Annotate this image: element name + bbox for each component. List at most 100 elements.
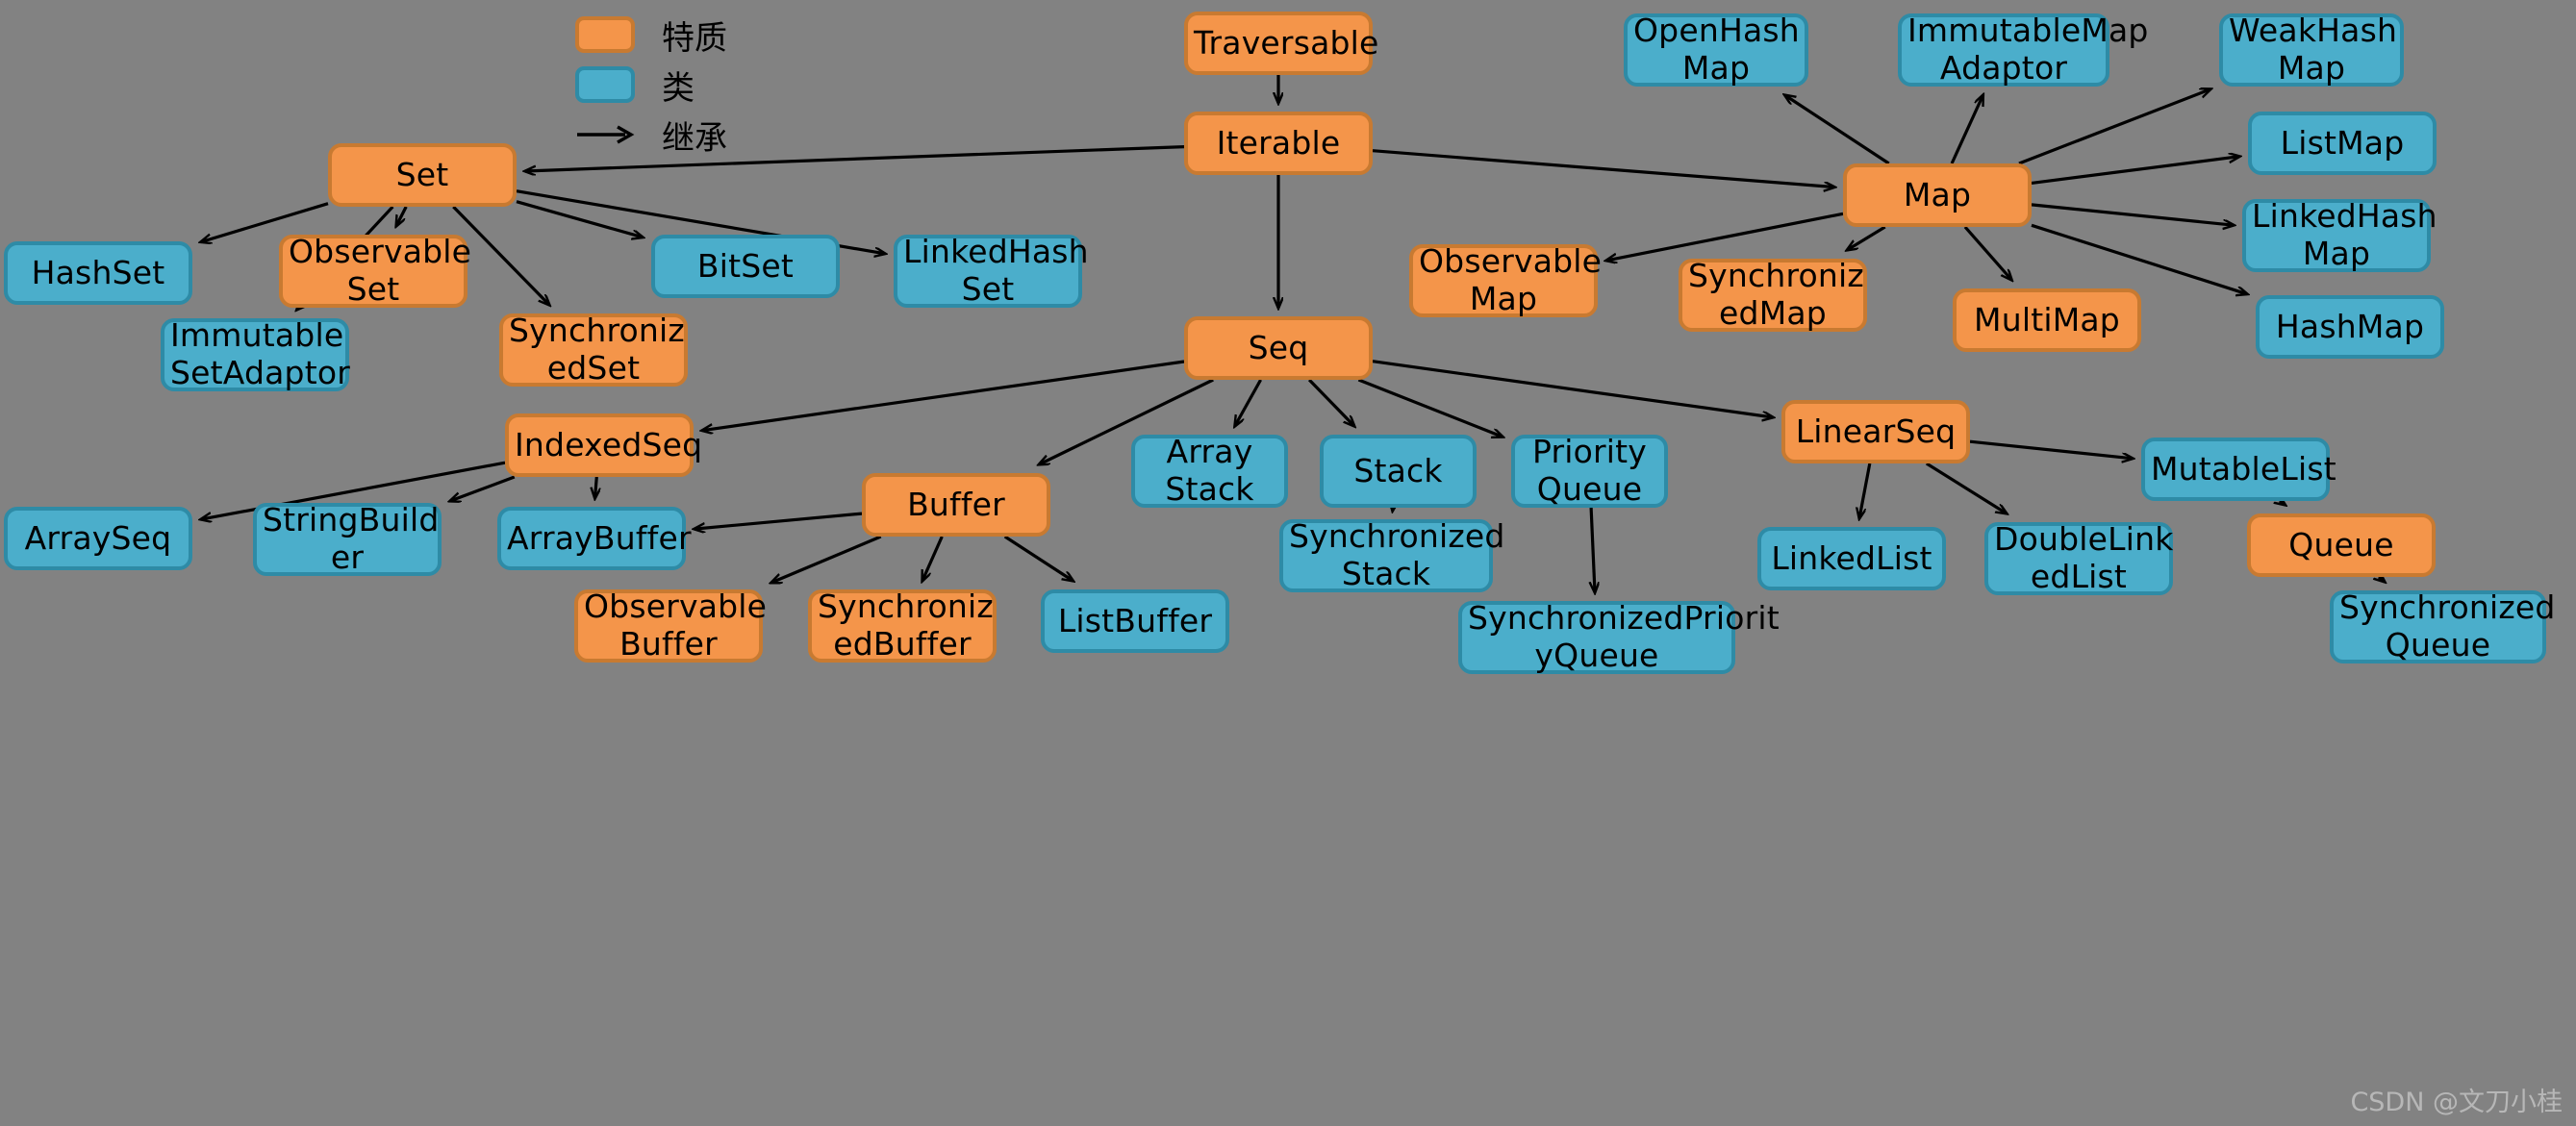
legend-label-class: 类 [662,68,695,108]
legend-label-inheritance: 继承 [662,118,727,158]
node-openhashmap[interactable]: OpenHash Map [1624,12,1808,87]
edge-map-to-weakhashmap [2018,89,2210,165]
node-weakhashmap[interactable]: WeakHash Map [2219,12,2404,87]
edge-map-to-linkedhashmap [2031,203,2234,225]
node-immutablesetadaptor[interactable]: Immutable SetAdaptor [161,316,350,391]
edge-seq-to-arraystack [1235,379,1262,426]
node-observablebuffer[interactable]: Observable Buffer [574,588,767,663]
edge-indexedseq-to-stringbuilder [450,475,516,501]
edge-mutablelist-to-queue [2280,501,2286,505]
node-label: LinkedList [1771,538,1932,577]
trait-swatch-icon [575,16,635,53]
node-label: ImmutableMap Adaptor [1907,12,2149,87]
edge-indexedseq-to-arraybuffer [595,476,597,498]
node-indexedseq[interactable]: IndexedSeq [505,413,703,477]
node-label: BitSet [696,246,795,285]
edge-queue-to-synchronizedqueue [2379,577,2385,582]
legend-item-trait: 特质 [575,13,727,58]
node-label: HashSet [31,253,165,291]
node-iterable[interactable]: Iterable [1184,112,1373,175]
node-label: ListBuffer [1057,601,1213,639]
node-label: LinkedHash Set [903,233,1089,308]
node-synchronizedset[interactable]: Synchroniz edSet [499,312,688,387]
node-label: Observable Set [289,233,472,308]
legend: 特质 类 继承 [575,13,893,167]
edge-map-to-openhashmap [1785,95,1890,165]
edge-iterable-to-map [1372,149,1834,188]
node-label: Map [1903,175,1972,213]
node-synchronizedpriorityqueue[interactable]: SynchronizedPriorit yQueue [1458,599,1780,674]
node-listmap[interactable]: ListMap [2248,112,2437,175]
node-mutablelist[interactable]: MutableList [2141,438,2336,501]
node-label: LinearSeq [1795,412,1957,450]
node-linkedhashset[interactable]: LinkedHash Set [894,233,1089,308]
node-stringbuilder[interactable]: StringBuild er [253,501,442,576]
edge-map-to-immutablemapadaptor [1950,95,1983,164]
node-linkedlist[interactable]: LinkedList [1757,527,1946,590]
class-hierarchy-diagram: Traversable Iterable Seq Set Map OpenHash Map I… [0,0,2576,1126]
edge-set-to-bitset [516,200,643,238]
node-bitset[interactable]: BitSet [651,235,840,298]
edge-linearseq-to-doublelinkedlist [1925,462,2007,513]
node-traversable[interactable]: Traversable [1184,12,1378,75]
edge-seq-to-priorityqueue [1357,378,1503,437]
node-listbuffer[interactable]: ListBuffer [1041,589,1229,653]
node-seq[interactable]: Seq [1184,316,1373,380]
node-observableset[interactable]: Observable Set [279,233,472,308]
class-swatch-icon [575,66,635,103]
node-label: DoubleLink edList [1994,520,2174,595]
node-label: Array Stack [1165,433,1254,508]
node-arraystack[interactable]: Array Stack [1131,433,1288,508]
legend-label-trait: 特质 [662,18,727,58]
node-label: Queue [2288,525,2394,563]
edge-seq-to-indexedseq [702,360,1185,431]
node-set[interactable]: Set [328,143,517,207]
node-hashmap[interactable]: HashMap [2256,295,2444,359]
node-label: LinkedHash Map [2252,197,2437,272]
node-label: ListMap [2280,123,2405,162]
edge-map-to-observablemap [1606,212,1844,261]
node-arraybuffer[interactable]: ArrayBuffer [497,507,692,570]
node-linearseq[interactable]: LinearSeq [1781,400,1970,463]
edge-map-to-listmap [2031,157,2239,185]
node-label: Immutable SetAdaptor [170,316,350,391]
edge-map-to-multimap [1963,225,2011,280]
edge-buffer-to-arraybuffer [695,512,863,529]
node-label: Synchronized Queue [2339,588,2556,663]
edge-priorityqueue-to-synchronizedpriorityqueue [1591,507,1595,592]
node-label: MultiMap [1974,300,2120,338]
node-priorityqueue[interactable]: Priority Queue [1511,433,1668,508]
edge-buffer-to-observablebuffer [771,535,882,583]
node-label: ArrayBuffer [507,518,692,557]
node-label: Synchronized Stack [1289,517,1505,592]
node-queue[interactable]: Queue [2247,513,2436,577]
node-label: Iterable [1216,123,1341,162]
node-label: Priority Queue [1531,433,1648,508]
node-observablemap[interactable]: Observable Map [1409,242,1602,317]
node-label: Buffer [907,485,1005,523]
node-buffer[interactable]: Buffer [862,473,1050,537]
node-multimap[interactable]: MultiMap [1953,288,2141,352]
node-stack[interactable]: Stack [1320,435,1477,508]
edge-linearseq-to-linkedlist [1859,463,1872,518]
node-synchronizedbuffer[interactable]: Synchroniz edBuffer [808,588,997,663]
edge-buffer-to-listbuffer [1003,535,1073,581]
node-label: HashMap [2275,307,2425,345]
edge-seq-to-linearseq [1372,360,1773,417]
node-doublelinkedlist[interactable]: DoubleLink edList [1984,520,2174,595]
node-synchronizedqueue[interactable]: Synchronized Queue [2330,588,2556,663]
node-label: Stack [1353,451,1443,489]
node-synchronizedmap[interactable]: Synchroniz edMap [1679,257,1867,332]
node-immutablemapadaptor[interactable]: ImmutableMap Adaptor [1898,12,2149,87]
node-arrayseq[interactable]: ArraySeq [4,507,192,570]
node-map[interactable]: Map [1843,163,2032,227]
edge-linearseq-to-mutablelist [1969,439,2133,459]
node-hashset[interactable]: HashSet [4,241,192,305]
node-linkedhashmap[interactable]: LinkedHash Map [2242,197,2437,272]
node-label: Seq [1248,328,1309,366]
node-label: Set [395,155,449,193]
node-label: IndexedSeq [515,425,703,463]
node-synchronizedstack[interactable]: Synchronized Stack [1279,517,1505,592]
node-label: Synchroniz edBuffer [818,588,994,663]
edge-set-to-observableset [396,206,408,226]
